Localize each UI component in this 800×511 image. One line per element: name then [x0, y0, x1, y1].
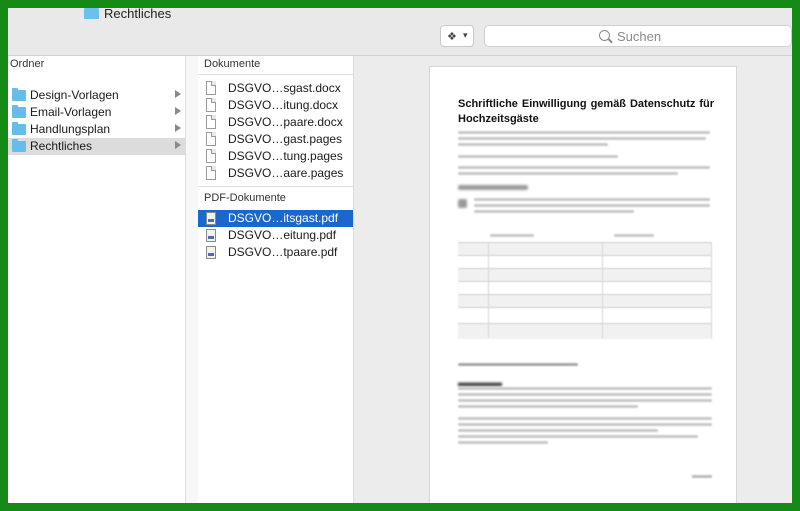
table-row [458, 242, 712, 256]
pdf-section-header: PDF-Dokumente [204, 192, 286, 204]
blurred-text [614, 234, 654, 237]
document-icon [206, 149, 216, 163]
sidebar-item-label: Rechtliches [30, 139, 93, 153]
file-item[interactable]: DSGVO…aare.pages [198, 165, 353, 182]
table-row [458, 268, 712, 282]
table-row [458, 294, 712, 308]
file-item[interactable]: DSGVO…itung.docx [198, 97, 353, 114]
blurred-heading [458, 185, 528, 190]
table-row [458, 323, 712, 339]
file-name: DSGVO…itsgast.pdf [228, 211, 339, 225]
folder-icon [12, 105, 26, 118]
document-icon [206, 115, 216, 129]
sidebar-item-handlungsplan[interactable]: Handlungsplan [8, 121, 185, 138]
document-icon [206, 81, 216, 95]
form-table [458, 242, 712, 339]
sidebar-item-label: Design-Vorlagen [30, 88, 119, 102]
folder-column: Ordner Design-Vorlagen Email-Vorlagen Ha… [8, 56, 186, 503]
divider [711, 242, 712, 338]
pdf-icon [206, 246, 216, 259]
blurred-text [458, 137, 706, 140]
folder-icon [12, 139, 26, 152]
documents-section-header: Dokumente [204, 58, 261, 70]
sidebar-item-label: Email-Vorlagen [30, 105, 112, 119]
file-item[interactable]: DSGVO…paare.docx [198, 114, 353, 131]
search-field[interactable]: Suchen [484, 25, 792, 47]
disclosure-arrow-icon [175, 141, 181, 149]
disclosure-arrow-icon [175, 124, 181, 132]
file-name: DSGVO…paare.docx [228, 115, 343, 129]
table-row [458, 307, 712, 324]
file-item[interactable]: DSGVO…gast.pages [198, 131, 353, 148]
dropbox-icon: ❖ [447, 31, 457, 43]
divider [602, 242, 603, 338]
file-name: DSGVO…gast.pages [228, 132, 343, 146]
file-item[interactable]: DSGVO…eitung.pdf [198, 227, 353, 244]
search-icon [599, 30, 610, 41]
blurred-text [458, 429, 658, 432]
blurred-text [458, 387, 712, 390]
blurred-text [458, 405, 638, 408]
blurred-text [458, 399, 712, 402]
toolbar: Rechtliches ❖ ▾ Suchen [8, 8, 792, 56]
page-number [692, 475, 712, 478]
sidebar-item-rechtliches[interactable]: Rechtliches [8, 138, 185, 155]
document-icon [206, 166, 216, 180]
preview-document-title: Schriftliche Einwilligung gemäß Datensch… [458, 98, 714, 125]
pdf-icon [206, 229, 216, 242]
sidebar-item-design-vorlagen[interactable]: Design-Vorlagen [8, 87, 185, 104]
sidebar-item-email-vorlagen[interactable]: Email-Vorlagen [8, 104, 185, 121]
blurred-text [458, 441, 548, 444]
blurred-text [474, 210, 634, 213]
blurred-text [458, 435, 698, 438]
folder-icon [12, 122, 26, 135]
document-icon [206, 98, 216, 112]
blurred-text [458, 131, 710, 134]
blurred-text [458, 393, 712, 396]
file-item[interactable]: DSGVO…sgast.docx [198, 80, 353, 97]
file-name: DSGVO…tung.pages [228, 149, 343, 163]
divider [198, 74, 353, 75]
document-preview-page[interactable]: Schriftliche Einwilligung gemäß Datensch… [429, 66, 737, 503]
checkbox-icon [458, 199, 467, 208]
pdf-icon [206, 212, 216, 225]
divider [488, 242, 489, 338]
blurred-text [458, 143, 608, 146]
blurred-text [490, 234, 534, 237]
folder-column-header: Ordner [10, 58, 45, 70]
file-name: DSGVO…itung.docx [228, 98, 339, 112]
dropbox-button[interactable]: ❖ ▾ [440, 25, 474, 47]
preview-pane: Schriftliche Einwilligung gemäß Datensch… [354, 56, 792, 503]
window-title: Rechtliches [104, 8, 172, 21]
blurred-text [474, 204, 710, 207]
disclosure-arrow-icon [175, 107, 181, 115]
blurred-text [458, 166, 710, 169]
file-item-selected[interactable]: DSGVO…itsgast.pdf [198, 210, 353, 227]
file-name: DSGVO…aare.pages [228, 166, 344, 180]
finder-window: Rechtliches ❖ ▾ Suchen Ordner Design-Vor… [8, 8, 792, 503]
blurred-text [458, 417, 712, 420]
divider [198, 186, 353, 187]
file-name: DSGVO…tpaare.pdf [228, 245, 338, 259]
blurred-text [458, 363, 578, 366]
disclosure-arrow-icon [175, 90, 181, 98]
document-icon [206, 132, 216, 146]
file-column: Dokumente DSGVO…sgast.docx DSGVO…itung.d… [198, 56, 354, 503]
file-name: DSGVO…eitung.pdf [228, 228, 337, 242]
chevron-down-icon: ▾ [463, 30, 468, 40]
blurred-text [458, 423, 712, 426]
file-item[interactable]: DSGVO…tung.pages [198, 148, 353, 165]
folder-icon [84, 8, 99, 19]
table-row [458, 255, 712, 269]
folder-icon [12, 88, 26, 101]
blurred-text [474, 198, 710, 201]
search-placeholder: Suchen [617, 29, 662, 44]
table-row [458, 281, 712, 295]
blurred-text [458, 155, 618, 158]
file-name: DSGVO…sgast.docx [228, 81, 341, 95]
sidebar-item-label: Handlungsplan [30, 122, 111, 136]
file-item[interactable]: DSGVO…tpaare.pdf [198, 244, 353, 261]
blurred-text [458, 172, 678, 175]
